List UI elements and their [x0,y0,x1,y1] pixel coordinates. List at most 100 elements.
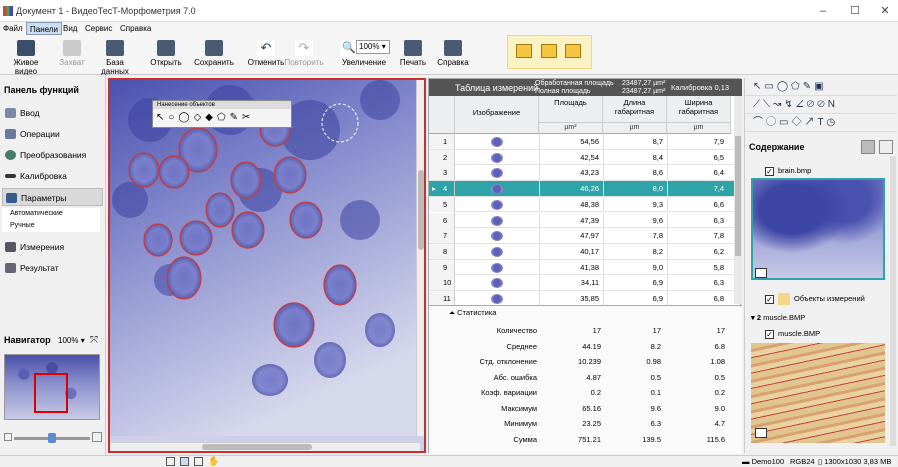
column-header-width[interactable]: Ширина габаритная µm [667,96,731,134]
function-measurements[interactable]: Измерения [2,238,103,256]
row-index: 6 [429,212,455,228]
table-scrollbar[interactable] [734,96,742,304]
table-row[interactable]: 8 40,17 8,2 6,2 [429,243,742,260]
layer-measure-objects[interactable]: ✓ Объекты измерений [747,292,887,306]
list-view-icon[interactable] [879,140,893,154]
layer-muscle-checkbox[interactable]: ✓ [765,329,774,339]
stats-length: 6.3 [650,419,661,428]
drawing-tool-icons[interactable]: ↖○◯◇◆⬠✎✂ [153,109,291,127]
stats-area: 751.21 [578,434,601,444]
collapse-icon[interactable]: ▾ [751,313,755,322]
table-row[interactable]: 10 34,11 6,9 6,3 [429,275,742,291]
layout-stack-icon[interactable] [194,457,203,466]
row-pointer-icon: ▸ [432,184,436,194]
save-button[interactable]: Сохранить [194,37,234,73]
menu-file[interactable]: Файл [0,22,26,35]
microscopy-image[interactable] [110,80,420,436]
function-calibration[interactable]: Калибровка [2,167,103,185]
help-button[interactable]: Справка [436,37,470,73]
total-area-label: Полная площадь [535,88,591,95]
folder-open-icon [157,40,175,56]
function-operations[interactable]: Операции [2,125,103,143]
grid-view-icon[interactable] [861,140,875,154]
capture-button[interactable]: Захват [56,37,88,73]
column-header-image[interactable]: Изображение [455,96,539,134]
stats-area: 23.25 [582,419,601,428]
navigator-thumbnail[interactable] [4,354,100,420]
table-row[interactable]: 1 54,56 8,7 7,9 [429,134,742,150]
live-video-button[interactable]: Живое видео [2,37,50,76]
table-row[interactable]: 2 42,54 8,4 6,5 [429,149,742,166]
layout-split-icon[interactable] [180,457,189,466]
group-muscle[interactable]: ▾ 2 muscle.BMP [747,311,887,325]
cell-area: 54,56 [580,137,599,146]
add-panel-icon[interactable] [516,44,532,58]
function-transformations[interactable]: Преобразования [2,146,103,164]
navigator-zoom-select[interactable]: 100% ▾ [58,336,85,345]
image-horizontal-scrollbar[interactable] [110,442,420,451]
zoom-in-icon[interactable] [92,432,102,442]
table-row[interactable]: 5 48,38 9,3 6,6 [429,196,742,213]
hand-icon[interactable]: ✋ [208,456,219,467]
menu-panels[interactable]: Панели [26,22,62,35]
brain-thumbnail[interactable] [751,178,885,280]
table-row[interactable]: 4 46,26 8,0 7,4 ▸ [429,181,742,197]
table-row[interactable]: 7 47,97 7,8 7,8 [429,228,742,244]
menu-view[interactable]: Вид [60,22,80,35]
close-icon[interactable]: ✕ [878,4,892,18]
stats-length: 0.5 [650,372,661,382]
navigator-viewport-rect[interactable] [34,373,68,413]
cell-width: 7,8 [713,231,724,241]
maximize-icon[interactable]: ☐ [848,4,862,18]
function-result[interactable]: Результат [2,259,103,277]
result-icon [5,263,16,273]
selection-tools-row[interactable]: ↖▭◯⬠✎▣ [745,78,897,96]
stats-width: 0.2 [714,388,725,397]
layer-muscle[interactable]: ✓ muscle.BMP [747,327,887,341]
undo-button[interactable]: ↶ Отменить [246,37,286,73]
cell-width: 6,2 [713,246,724,256]
redo-button[interactable]: ↷ Повторить [284,37,324,73]
image-horizontal-scroll-thumb[interactable] [202,444,312,450]
layout-single-icon[interactable] [166,457,175,466]
muscle-thumbnail[interactable] [751,343,885,443]
parameters-manual[interactable]: Ручные [2,220,100,232]
measurement-table-title: Таблица измерений [455,83,539,93]
statistics-title[interactable]: ⏶ Статистика [449,308,496,318]
shape-tools-row[interactable]: ⌒◯▭◇↗T◷ [745,114,897,132]
menu-help[interactable]: Справка [117,22,154,35]
function-parameters[interactable]: Параметры [2,188,103,206]
image-vertical-scrollbar[interactable] [416,80,424,436]
layer-brain[interactable]: ✓ brain.bmp [747,164,887,178]
toggle-panel-icon[interactable] [565,44,581,58]
minimize-icon[interactable]: – [816,4,830,18]
zoom-out-icon[interactable] [4,433,12,441]
parameters-auto[interactable]: Автоматические [2,208,100,220]
fit-icon[interactable]: ⤧ [90,335,98,346]
contents-scrollbar[interactable] [890,156,896,446]
cell-thumbnail [491,199,503,210]
layer-objects-checkbox[interactable]: ✓ [765,294,774,304]
image-vertical-scroll-thumb[interactable] [418,170,424,250]
image-viewport[interactable]: Нанесение объектов ↖○◯◇◆⬠✎✂ [108,78,426,453]
table-row[interactable]: 9 41,38 9,0 5,8 [429,259,742,276]
navigator-zoom-knob[interactable] [48,433,56,443]
operations-icon [5,129,16,139]
column-header-length[interactable]: Длина габаритная µm [603,96,667,134]
line-tools-row[interactable]: ⟋⟍↝↯∠⊘⊘N [745,96,897,114]
column-header-area[interactable]: Площадь µm² [539,96,603,134]
menu-service[interactable]: Сервис [82,22,115,35]
table-scroll-thumb[interactable] [735,136,741,256]
remove-panel-icon[interactable] [541,44,557,58]
print-button[interactable]: Печать [398,37,428,73]
open-button[interactable]: Открыть [148,37,184,73]
table-row[interactable]: 6 47,39 9,6 6,3 [429,212,742,229]
database-button[interactable]: База данных [92,37,138,76]
table-row[interactable]: 3 43,23 8,6 6,4 [429,165,742,182]
cell-width: 7,9 [713,137,724,146]
stats-length: 8.2 [650,341,661,351]
zoom-select[interactable]: 100% ▾ [356,40,390,54]
function-input[interactable]: Ввод [2,104,103,122]
status-mode: RGB24 [790,457,815,466]
layer-brain-checkbox[interactable]: ✓ [765,166,774,176]
